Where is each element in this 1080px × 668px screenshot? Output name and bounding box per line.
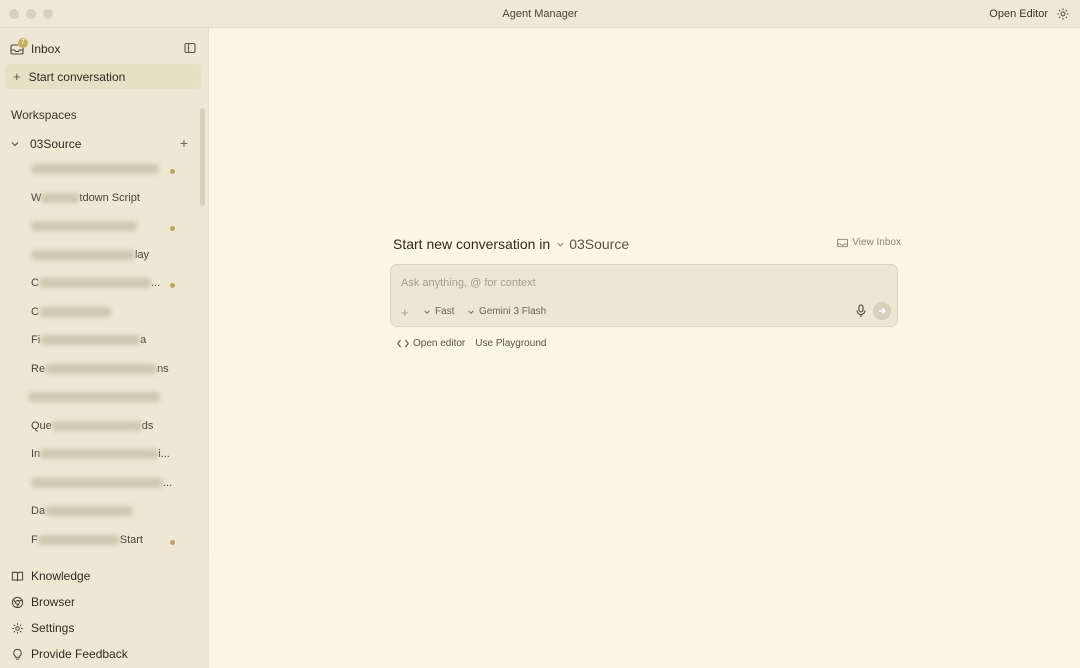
workspace-03source[interactable]: 03Source +	[10, 135, 188, 152]
inbox-icon: 7	[10, 38, 28, 56]
browser-icon	[11, 596, 24, 608]
prompt-input[interactable]	[401, 275, 881, 291]
list-item-label-prefix: F	[31, 534, 38, 546]
title-bar: Agent Manager Open Editor	[0, 0, 1080, 28]
list-item[interactable]	[31, 220, 137, 236]
list-item-label-suffix: a	[140, 334, 147, 346]
unread-dot	[170, 283, 175, 288]
microphone-icon[interactable]	[855, 304, 867, 318]
bottom-nav: Knowledge Browser Settings Provide Feedb…	[0, 558, 209, 668]
sidebar: 7 Inbox + Start conversation Workspaces …	[0, 28, 209, 668]
nav-browser-label: Browser	[31, 595, 76, 609]
list-item-label-suffix: i...	[158, 448, 170, 460]
list-item[interactable]: Wtdown Script	[31, 192, 140, 208]
list-item-label-prefix: W	[31, 192, 42, 204]
book-icon	[11, 571, 24, 581]
nav-browser[interactable]: Browser	[11, 594, 75, 610]
list-item-label-suffix: ds	[141, 420, 154, 432]
inbox-item[interactable]: 7 Inbox	[10, 38, 200, 58]
list-item-label-prefix: Fi	[31, 334, 41, 346]
gear-icon	[12, 622, 23, 634]
sidebar-scrollbar[interactable]	[200, 108, 205, 206]
inbox-badge: 7	[18, 38, 28, 48]
chevron-down-icon	[557, 242, 564, 247]
main-panel: Start new conversation in 03Source View …	[209, 28, 1080, 668]
new-conversation-header: Start new conversation in 03Source View …	[393, 235, 901, 253]
list-item[interactable]: In i...	[31, 448, 170, 464]
list-item-label-suffix: ns	[157, 363, 169, 375]
workspace-selector[interactable]: 03Source	[556, 236, 629, 252]
list-item[interactable]: lay	[31, 249, 149, 265]
use-playground-label: Use Playground	[475, 338, 547, 349]
list-item-label-prefix: Re	[31, 363, 46, 375]
view-inbox-link[interactable]: View Inbox	[837, 237, 901, 248]
list-item-label-prefix: C	[31, 277, 39, 289]
list-item-label-suffix: tdown Script	[79, 192, 140, 204]
chevron-down-icon	[424, 309, 430, 314]
plus-icon: +	[13, 69, 21, 84]
open-editor-link[interactable]: Open editor	[397, 338, 465, 349]
list-item-label-suffix: lay	[135, 249, 150, 261]
list-item[interactable]: Fi a	[31, 334, 146, 350]
unread-dot	[170, 226, 175, 231]
arrow-right-icon	[879, 308, 886, 314]
workspace-name: 03Source	[30, 137, 82, 151]
list-item[interactable]: Re ns	[31, 363, 169, 379]
list-item[interactable]: F Start	[31, 534, 143, 550]
lightbulb-icon	[13, 648, 22, 660]
composer: + Fast Gemini 3 Flash	[390, 264, 898, 327]
send-button[interactable]	[873, 302, 891, 320]
open-editor-link-label: Open editor	[413, 338, 466, 349]
list-item[interactable]	[31, 163, 159, 179]
model-selector[interactable]: Gemini 3 Flash	[467, 306, 546, 317]
list-item[interactable]: C	[31, 306, 111, 322]
chevron-down-icon	[468, 309, 474, 314]
list-item-label-prefix: C	[31, 306, 39, 318]
nav-provide-feedback[interactable]: Provide Feedback	[11, 646, 128, 662]
gear-icon[interactable]	[1056, 7, 1070, 21]
start-conversation-button[interactable]: + Start conversation	[5, 64, 201, 89]
composer-links: Open editor Use Playground	[397, 338, 546, 349]
window-title: Agent Manager	[502, 8, 578, 20]
inbox-label: Inbox	[31, 42, 61, 56]
unread-dot	[170, 169, 175, 174]
nav-settings-label: Settings	[31, 621, 75, 635]
sidebar-toggle-icon[interactable]	[184, 42, 196, 54]
mode-label: Fast	[435, 306, 455, 317]
use-playground-link[interactable]: Use Playground	[475, 338, 546, 349]
unread-dot	[170, 540, 175, 545]
mode-selector[interactable]: Fast	[423, 306, 454, 317]
list-item[interactable]: C...	[31, 277, 160, 293]
add-context-icon[interactable]: +	[401, 305, 409, 320]
model-label: Gemini 3 Flash	[479, 306, 547, 317]
nav-knowledge-label: Knowledge	[31, 569, 91, 583]
list-item[interactable]: ...	[31, 477, 172, 493]
list-item-label-suffix: ...	[163, 477, 173, 489]
workspaces-header: Workspaces	[11, 108, 77, 122]
start-conversation-label: Start conversation	[28, 69, 126, 84]
nav-knowledge[interactable]: Knowledge	[11, 568, 90, 584]
page-title: Start new conversation in	[393, 236, 551, 252]
chevron-down-icon	[11, 142, 19, 147]
view-inbox-label: View Inbox	[852, 237, 901, 248]
add-conversation-icon[interactable]: +	[180, 135, 188, 151]
list-item-label-suffix: ...	[150, 277, 161, 289]
inbox-icon	[837, 238, 849, 247]
list-item-label-prefix: In	[31, 448, 41, 460]
nav-feedback-label: Provide Feedback	[31, 647, 128, 661]
nav-settings[interactable]: Settings	[11, 620, 74, 636]
list-item[interactable]: Que ds	[31, 420, 153, 436]
code-icon	[397, 339, 409, 348]
list-item-label-suffix: Start	[119, 534, 143, 546]
open-editor-button[interactable]: Open Editor	[989, 0, 1048, 28]
list-item[interactable]: Da	[31, 505, 134, 521]
list-item-label-prefix: Da	[31, 505, 46, 517]
list-item-label-prefix: Que	[31, 420, 52, 432]
workspace-selector-label: 03Source	[569, 236, 630, 252]
list-item[interactable]	[28, 391, 160, 407]
